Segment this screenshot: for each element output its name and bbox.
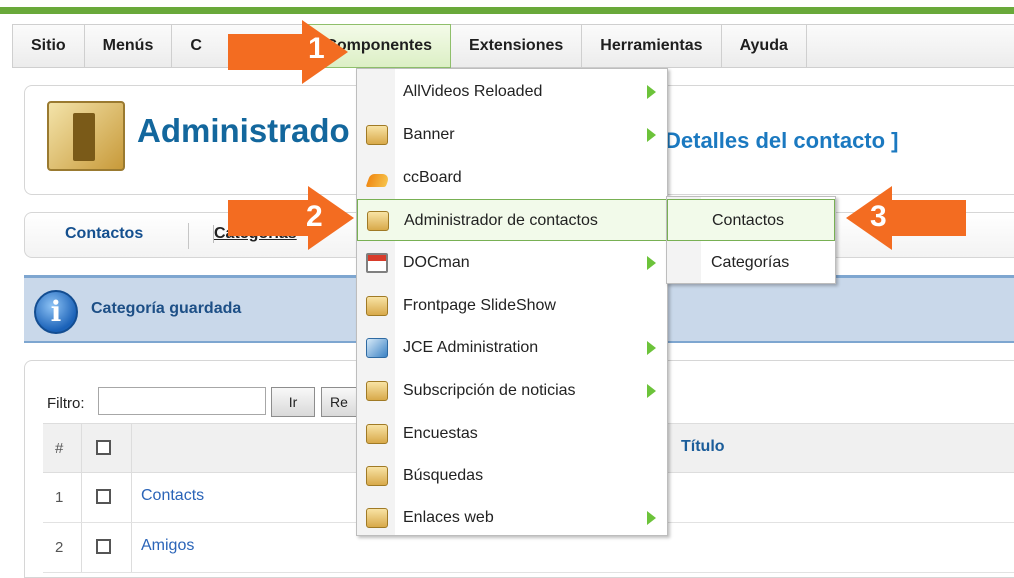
menu-extensiones[interactable]: Extensiones [451, 25, 583, 67]
row-title-link[interactable]: Contacts [141, 487, 204, 505]
menu-item-frontpage-slideshow[interactable]: Frontpage SlideShow [357, 285, 667, 327]
arrow-right-icon [228, 186, 354, 250]
menu-item-ccboard[interactable]: ccBoard [357, 157, 667, 199]
submenu-item-contactos[interactable]: Contactos [667, 199, 835, 241]
menu-item-label: DOCman [403, 254, 470, 271]
submenu-arrow-icon [647, 128, 656, 142]
menu-sitio[interactable]: Sitio [13, 25, 85, 67]
header-number: # [55, 440, 64, 457]
submenu-arrow-icon [647, 256, 656, 270]
callout-arrow-3: 3 [846, 186, 966, 250]
filter-label: Filtro: [47, 395, 85, 412]
column-divider [81, 424, 82, 472]
page-subtitle: Detalles del contacto ] [665, 128, 899, 153]
row-number: 2 [55, 539, 64, 556]
broom-icon [366, 168, 388, 188]
message-text: Categoría guardada [91, 300, 242, 317]
tab-contactos[interactable]: Contactos [65, 225, 143, 243]
joomla-admin-page: Sitio Menús C Componentes Extensiones He… [0, 0, 1014, 578]
menu-item-label: Subscripción de noticias [403, 382, 576, 399]
info-icon: i [34, 290, 78, 334]
menu-menus[interactable]: Menús [85, 25, 173, 67]
menu-item-subscripcion-noticias[interactable]: Subscripción de noticias [357, 370, 667, 412]
componentes-dropdown: AllVideos Reloaded Banner ccBoard Admini… [356, 68, 668, 536]
component-icon [366, 381, 388, 401]
column-divider [131, 424, 132, 472]
contactos-submenu: Contactos Categorías [666, 196, 836, 284]
header-title[interactable]: Título [681, 438, 725, 456]
arrow-left-icon [846, 186, 966, 250]
menu-item-docman[interactable]: DOCman [357, 242, 667, 284]
component-icon [366, 296, 388, 316]
row-checkbox[interactable] [96, 489, 111, 504]
arrow-right-icon [228, 20, 348, 84]
column-divider [81, 523, 82, 572]
column-divider [131, 473, 132, 522]
menu-item-label: Búsquedas [403, 467, 484, 484]
menu-item-administrador-contactos[interactable]: Administrador de contactos [357, 199, 667, 241]
column-divider [81, 473, 82, 522]
top-green-bar [0, 0, 1014, 22]
row-title-link[interactable]: Amigos [141, 537, 194, 555]
filter-input[interactable] [98, 387, 266, 415]
main-menubar: Sitio Menús C Componentes Extensiones He… [12, 24, 1014, 68]
document-icon [366, 253, 388, 273]
filter-go-button[interactable]: Ir [271, 387, 315, 417]
callout-number: 2 [306, 200, 323, 233]
menu-item-label: ccBoard [403, 169, 462, 186]
menu-item-encuestas[interactable]: Encuestas [357, 413, 667, 455]
menu-item-label: Administrador de contactos [404, 212, 598, 229]
component-icon [366, 125, 388, 145]
menu-item-label: Enlaces web [403, 509, 494, 526]
callout-arrow-1: 1 [228, 20, 348, 84]
contacts-folder-icon [47, 101, 125, 171]
menu-item-label: JCE Administration [403, 339, 539, 356]
submenu-arrow-icon [647, 341, 656, 355]
menu-herramientas[interactable]: Herramientas [582, 25, 722, 67]
menu-item-allvideos[interactable]: AllVideos Reloaded [357, 71, 667, 113]
menu-item-enlaces-web[interactable]: Enlaces web [357, 497, 667, 539]
submenu-arrow-icon [647, 511, 656, 525]
submenu-arrow-icon [647, 85, 656, 99]
page-title: Administrado [137, 112, 350, 149]
menu-item-label: AllVideos Reloaded [403, 83, 543, 100]
submenu-item-label: Categorías [711, 254, 790, 271]
menu-item-busquedas[interactable]: Búsquedas [357, 455, 667, 497]
select-all-checkbox[interactable] [96, 440, 111, 455]
callout-arrow-2: 2 [228, 186, 354, 250]
row-number: 1 [55, 489, 64, 506]
jce-icon [366, 338, 388, 358]
component-icon [367, 211, 389, 231]
row-checkbox[interactable] [96, 539, 111, 554]
component-icon [366, 508, 388, 528]
menu-item-label: Encuestas [403, 425, 478, 442]
submenu-arrow-icon [647, 384, 656, 398]
column-divider [131, 523, 132, 572]
component-icon [366, 466, 388, 486]
menu-ayuda[interactable]: Ayuda [722, 25, 807, 67]
menu-item-jce-administration[interactable]: JCE Administration [357, 327, 667, 369]
filter-reset-button[interactable]: Re [321, 387, 361, 417]
submenu-item-categorias[interactable]: Categorías [667, 242, 835, 284]
component-icon [366, 424, 388, 444]
submenu-item-label: Contactos [712, 212, 785, 229]
callout-number: 1 [308, 32, 325, 65]
menu-item-banner[interactable]: Banner [357, 114, 667, 156]
tab-divider [188, 223, 189, 249]
menu-item-label: Banner [403, 126, 455, 143]
callout-number: 3 [870, 200, 887, 233]
menu-item-label: Frontpage SlideShow [403, 297, 556, 314]
